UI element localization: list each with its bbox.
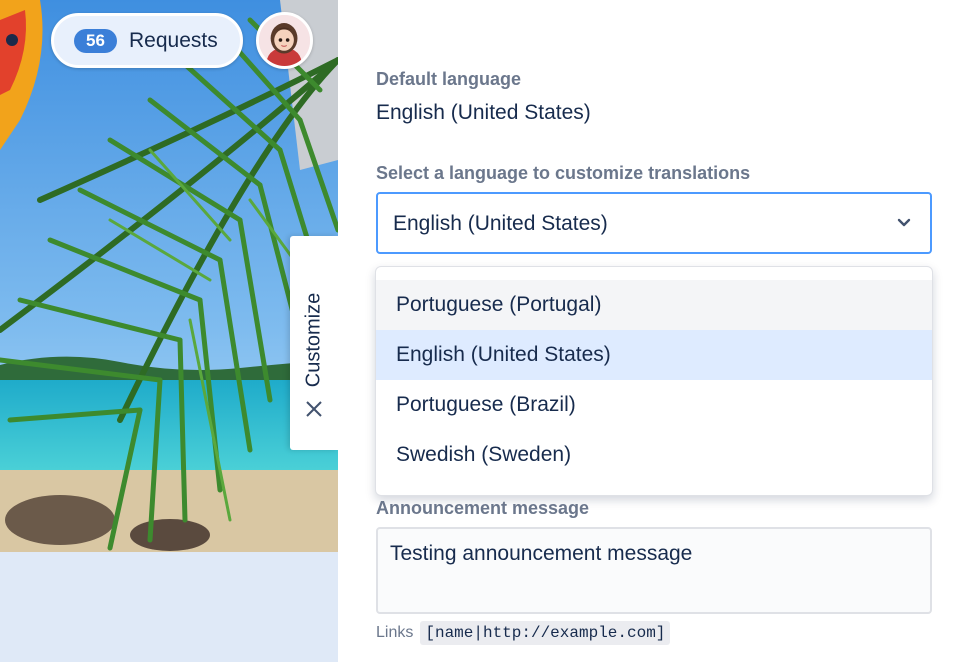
- announcement-message-textarea[interactable]: Testing announcement message: [376, 527, 932, 614]
- links-hint-code: [name|http://example.com]: [420, 621, 671, 645]
- portal-background: 56 Requests Customize: [0, 0, 338, 662]
- customize-panel: Default language English (United States)…: [338, 0, 960, 662]
- links-hint-label: Links: [376, 624, 414, 641]
- close-icon[interactable]: [304, 399, 324, 419]
- default-language-value: English (United States): [376, 101, 591, 124]
- requests-button[interactable]: 56 Requests: [51, 13, 243, 68]
- requests-count-badge: 56: [74, 28, 117, 53]
- announcement-message-label: Announcement message: [376, 498, 590, 518]
- select-language-label: Select a language to customize translati…: [376, 163, 751, 183]
- links-hint: Links [name|http://example.com]: [376, 621, 671, 645]
- avatar-image: [259, 15, 310, 66]
- requests-label: Requests: [129, 28, 218, 52]
- language-select-value: English (United States): [393, 212, 608, 235]
- customize-label: Customize: [302, 292, 325, 388]
- chevron-down-icon: [897, 218, 911, 227]
- dropdown-option-swedish-sweden[interactable]: Swedish (Sweden): [376, 430, 932, 480]
- background-lower-panel: [0, 552, 338, 662]
- dropdown-option-english-united-states[interactable]: English (United States): [376, 330, 932, 380]
- dropdown-option-portuguese-brazil[interactable]: Portuguese (Brazil): [376, 380, 932, 430]
- beach-banner-image: [0, 0, 338, 552]
- default-language-label: Default language: [376, 69, 522, 89]
- user-avatar[interactable]: [256, 12, 313, 69]
- language-dropdown-menu: Portuguese (Portugal) English (United St…: [375, 266, 933, 496]
- customize-tab[interactable]: Customize: [290, 236, 338, 450]
- language-select[interactable]: English (United States): [376, 192, 932, 254]
- dropdown-option-portuguese-portugal[interactable]: Portuguese (Portugal): [376, 280, 932, 330]
